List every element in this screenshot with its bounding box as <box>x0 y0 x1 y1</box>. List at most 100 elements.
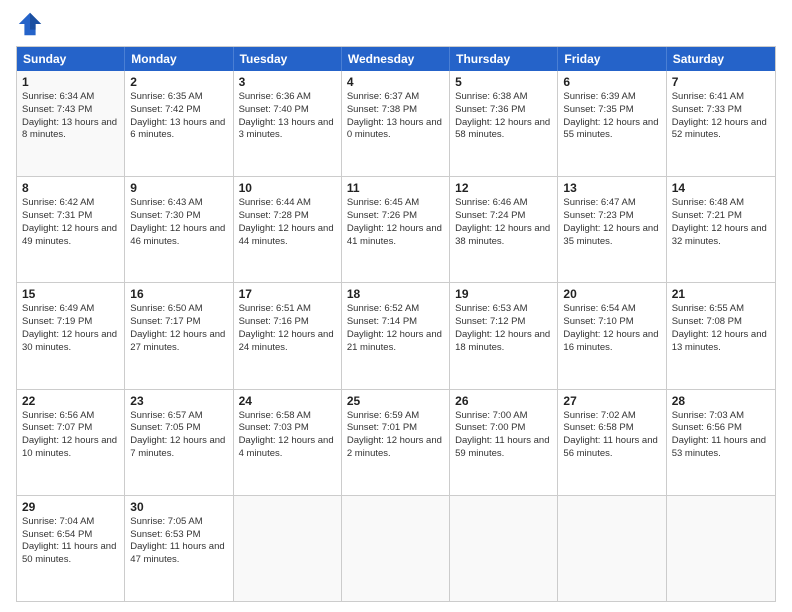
day-number: 7 <box>672 75 770 89</box>
cal-header-sunday: Sunday <box>17 47 125 71</box>
cal-cell-2-1: 8Sunrise: 6:42 AM Sunset: 7:31 PM Daylig… <box>17 177 125 282</box>
day-info: Sunrise: 6:53 AM Sunset: 7:12 PM Dayligh… <box>455 303 552 354</box>
day-info: Sunrise: 6:46 AM Sunset: 7:24 PM Dayligh… <box>455 197 552 248</box>
day-info: Sunrise: 6:47 AM Sunset: 7:23 PM Dayligh… <box>563 197 660 248</box>
day-info: Sunrise: 7:03 AM Sunset: 6:56 PM Dayligh… <box>672 410 770 461</box>
day-info: Sunrise: 6:48 AM Sunset: 7:21 PM Dayligh… <box>672 197 770 248</box>
day-info: Sunrise: 6:37 AM Sunset: 7:38 PM Dayligh… <box>347 91 444 142</box>
day-number: 16 <box>130 287 227 301</box>
cal-week-5: 29 Sunrise: 7:04 AM Sunset: 6:54 PM Dayli… <box>17 496 775 601</box>
cal-cell-4-6: 27 Sunrise: 7:02 AM Sunset: 6:58 PM Dayli… <box>558 390 666 495</box>
day-info: Sunrise: 6:44 AM Sunset: 7:28 PM Dayligh… <box>239 197 336 248</box>
day-number: 12 <box>455 181 552 195</box>
logo <box>16 10 48 38</box>
day-info: Sunrise: 6:59 AM Sunset: 7:01 PM Dayligh… <box>347 410 444 461</box>
day-number: 23 <box>130 394 227 408</box>
cal-header-monday: Monday <box>125 47 233 71</box>
cal-cell-3-4: 18 Sunrise: 6:52 AM Sunset: 7:14 PM Dayli… <box>342 283 450 388</box>
cal-cell-5-4 <box>342 496 450 601</box>
cal-cell-2-6: 13Sunrise: 6:47 AM Sunset: 7:23 PM Dayli… <box>558 177 666 282</box>
day-number: 24 <box>239 394 336 408</box>
header <box>16 10 776 38</box>
cal-cell-2-7: 14 Sunrise: 6:48 AM Sunset: 7:21 PM Dayli… <box>667 177 775 282</box>
cal-cell-1-1: 1 Sunrise: 6:34 AM Sunset: 7:43 PM Daylig… <box>17 71 125 176</box>
cal-cell-3-5: 19 Sunrise: 6:53 AM Sunset: 7:12 PM Dayli… <box>450 283 558 388</box>
day-number: 27 <box>563 394 660 408</box>
day-info: Sunrise: 6:43 AM Sunset: 7:30 PM Dayligh… <box>130 197 227 248</box>
day-info: Sunrise: 6:50 AM Sunset: 7:17 PM Dayligh… <box>130 303 227 354</box>
day-info: Sunrise: 6:42 AM Sunset: 7:31 PM Dayligh… <box>22 197 119 248</box>
cal-week-4: 22 Sunrise: 6:56 AM Sunset: 7:07 PM Dayli… <box>17 390 775 496</box>
cal-cell-5-5 <box>450 496 558 601</box>
cal-cell-5-3 <box>234 496 342 601</box>
cal-cell-3-3: 17Sunrise: 6:51 AM Sunset: 7:16 PM Dayli… <box>234 283 342 388</box>
cal-cell-3-2: 16 Sunrise: 6:50 AM Sunset: 7:17 PM Dayli… <box>125 283 233 388</box>
calendar: SundayMondayTuesdayWednesdayThursdayFrid… <box>16 46 776 602</box>
cal-cell-1-5: 5 Sunrise: 6:38 AM Sunset: 7:36 PM Daylig… <box>450 71 558 176</box>
day-number: 20 <box>563 287 660 301</box>
day-number: 19 <box>455 287 552 301</box>
day-info: Sunrise: 6:45 AM Sunset: 7:26 PM Dayligh… <box>347 197 444 248</box>
day-info: Sunrise: 6:49 AM Sunset: 7:19 PM Dayligh… <box>22 303 119 354</box>
day-number: 29 <box>22 500 119 514</box>
day-info: Sunrise: 6:52 AM Sunset: 7:14 PM Dayligh… <box>347 303 444 354</box>
day-info: Sunrise: 6:55 AM Sunset: 7:08 PM Dayligh… <box>672 303 770 354</box>
page: SundayMondayTuesdayWednesdayThursdayFrid… <box>0 0 792 612</box>
day-number: 1 <box>22 75 119 89</box>
day-info: Sunrise: 7:02 AM Sunset: 6:58 PM Dayligh… <box>563 410 660 461</box>
day-info: Sunrise: 6:56 AM Sunset: 7:07 PM Dayligh… <box>22 410 119 461</box>
day-number: 10 <box>239 181 336 195</box>
day-number: 11 <box>347 181 444 195</box>
day-number: 22 <box>22 394 119 408</box>
cal-cell-1-6: 6 Sunrise: 6:39 AM Sunset: 7:35 PM Daylig… <box>558 71 666 176</box>
day-number: 21 <box>672 287 770 301</box>
day-number: 6 <box>563 75 660 89</box>
day-number: 25 <box>347 394 444 408</box>
calendar-header: SundayMondayTuesdayWednesdayThursdayFrid… <box>17 47 775 71</box>
cal-header-wednesday: Wednesday <box>342 47 450 71</box>
day-info: Sunrise: 6:57 AM Sunset: 7:05 PM Dayligh… <box>130 410 227 461</box>
day-number: 14 <box>672 181 770 195</box>
cal-cell-5-1: 29 Sunrise: 7:04 AM Sunset: 6:54 PM Dayli… <box>17 496 125 601</box>
day-info: Sunrise: 6:36 AM Sunset: 7:40 PM Dayligh… <box>239 91 336 142</box>
cal-cell-1-4: 4Sunrise: 6:37 AM Sunset: 7:38 PM Daylig… <box>342 71 450 176</box>
day-info: Sunrise: 6:35 AM Sunset: 7:42 PM Dayligh… <box>130 91 227 142</box>
cal-week-3: 15 Sunrise: 6:49 AM Sunset: 7:19 PM Dayli… <box>17 283 775 389</box>
day-info: Sunrise: 7:04 AM Sunset: 6:54 PM Dayligh… <box>22 516 119 567</box>
day-number: 30 <box>130 500 227 514</box>
day-info: Sunrise: 6:34 AM Sunset: 7:43 PM Dayligh… <box>22 91 119 142</box>
day-info: Sunrise: 6:39 AM Sunset: 7:35 PM Dayligh… <box>563 91 660 142</box>
cal-cell-5-6 <box>558 496 666 601</box>
cal-cell-3-7: 21 Sunrise: 6:55 AM Sunset: 7:08 PM Dayli… <box>667 283 775 388</box>
day-number: 15 <box>22 287 119 301</box>
day-number: 2 <box>130 75 227 89</box>
logo-icon <box>16 10 44 38</box>
cal-header-tuesday: Tuesday <box>234 47 342 71</box>
cal-week-2: 8Sunrise: 6:42 AM Sunset: 7:31 PM Daylig… <box>17 177 775 283</box>
day-info: Sunrise: 7:05 AM Sunset: 6:53 PM Dayligh… <box>130 516 227 567</box>
day-info: Sunrise: 6:38 AM Sunset: 7:36 PM Dayligh… <box>455 91 552 142</box>
cal-cell-1-7: 7 Sunrise: 6:41 AM Sunset: 7:33 PM Daylig… <box>667 71 775 176</box>
day-number: 28 <box>672 394 770 408</box>
cal-header-saturday: Saturday <box>667 47 775 71</box>
cal-cell-4-3: 24 Sunrise: 6:58 AM Sunset: 7:03 PM Dayli… <box>234 390 342 495</box>
cal-cell-4-7: 28 Sunrise: 7:03 AM Sunset: 6:56 PM Dayli… <box>667 390 775 495</box>
day-number: 3 <box>239 75 336 89</box>
cal-cell-5-7 <box>667 496 775 601</box>
cal-cell-2-2: 9 Sunrise: 6:43 AM Sunset: 7:30 PM Daylig… <box>125 177 233 282</box>
cal-cell-5-2: 30 Sunrise: 7:05 AM Sunset: 6:53 PM Dayli… <box>125 496 233 601</box>
cal-week-1: 1 Sunrise: 6:34 AM Sunset: 7:43 PM Daylig… <box>17 71 775 177</box>
day-number: 5 <box>455 75 552 89</box>
day-number: 18 <box>347 287 444 301</box>
day-info: Sunrise: 6:41 AM Sunset: 7:33 PM Dayligh… <box>672 91 770 142</box>
cal-cell-4-5: 26Sunrise: 7:00 AM Sunset: 7:00 PM Dayli… <box>450 390 558 495</box>
day-info: Sunrise: 6:54 AM Sunset: 7:10 PM Dayligh… <box>563 303 660 354</box>
day-number: 17 <box>239 287 336 301</box>
day-number: 26 <box>455 394 552 408</box>
day-info: Sunrise: 6:58 AM Sunset: 7:03 PM Dayligh… <box>239 410 336 461</box>
cal-cell-2-4: 11 Sunrise: 6:45 AM Sunset: 7:26 PM Dayli… <box>342 177 450 282</box>
cal-header-thursday: Thursday <box>450 47 558 71</box>
cal-cell-4-4: 25 Sunrise: 6:59 AM Sunset: 7:01 PM Dayli… <box>342 390 450 495</box>
cal-cell-2-5: 12 Sunrise: 6:46 AM Sunset: 7:24 PM Dayli… <box>450 177 558 282</box>
day-number: 9 <box>130 181 227 195</box>
